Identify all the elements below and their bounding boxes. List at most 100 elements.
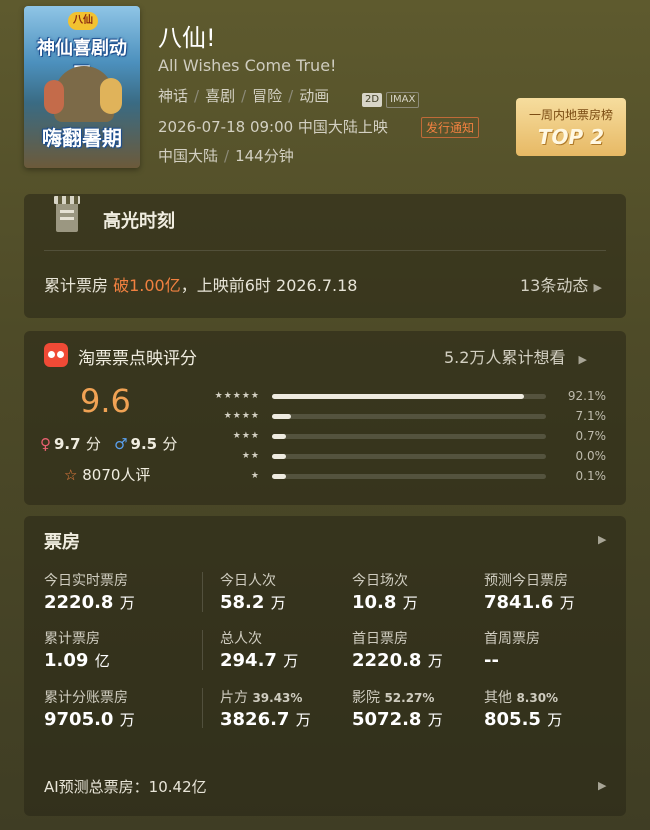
separator: / xyxy=(224,147,230,165)
rating-bar-track xyxy=(272,474,546,479)
divider xyxy=(202,630,203,670)
stat-value-row: 7841.6 万 xyxy=(484,592,575,613)
movie-english-title: All Wishes Come True! xyxy=(158,56,337,75)
stat-label-row: 首日票房 xyxy=(352,628,443,648)
format-2d-badge: 2D xyxy=(362,93,383,107)
stat-label: 首日票房 xyxy=(352,631,408,647)
box-office-stat: 累计分账票房 9705.0 万 xyxy=(44,687,135,730)
stat-label: 累计分账票房 xyxy=(44,690,128,706)
poster-figure xyxy=(44,80,64,114)
stat-value: 58.2 xyxy=(220,592,265,613)
play-arrow-icon: ▶ xyxy=(593,281,602,294)
stat-unit: 万 xyxy=(295,711,311,729)
stat-value-row: 10.8 万 xyxy=(352,592,418,613)
stat-label-row: 今日实时票房 xyxy=(44,570,135,590)
poster-logo: 八仙 xyxy=(68,12,98,30)
stat-label: 今日场次 xyxy=(352,573,408,589)
stat-value: -- xyxy=(484,650,499,671)
play-arrow-icon[interactable]: ▶ xyxy=(598,779,606,792)
star-level: ★ xyxy=(250,471,260,481)
star-level: ★★★★★ xyxy=(214,391,260,401)
stat-label-row: 累计票房 xyxy=(44,628,110,648)
stat-value-row: 9705.0 万 xyxy=(44,709,135,730)
box-office-rank-badge[interactable]: 一周内地票房榜 TOP 2 xyxy=(516,98,626,156)
stat-unit: 万 xyxy=(283,652,299,670)
stat-label: 累计票房 xyxy=(44,631,100,647)
star-level: ★★ xyxy=(241,451,260,461)
stat-value-row: -- xyxy=(484,650,540,671)
stat-label: 片方 xyxy=(220,690,248,706)
rating-percent: 0.1% xyxy=(575,469,607,483)
stat-unit: 万 xyxy=(270,594,286,612)
highlight-more-link[interactable]: 13条动态 ▶ xyxy=(520,272,602,296)
movie-poster[interactable]: 八仙 神仙喜剧动画 嗨翻暑期 xyxy=(24,6,140,168)
stat-label-row: 首周票房 xyxy=(484,628,540,648)
stat-unit: 万 xyxy=(402,594,418,612)
stat-label-row: 其他 8.30% xyxy=(484,687,562,707)
release-notice-badge[interactable]: 发行通知 xyxy=(421,117,480,138)
stat-unit: 万 xyxy=(559,594,575,612)
box-office-stat: 今日实时票房 2220.8 万 xyxy=(44,570,135,613)
stat-value-row: 2220.8 万 xyxy=(352,650,443,671)
taopiaopiao-logo-icon xyxy=(44,343,68,367)
stat-label-row: 今日场次 xyxy=(352,570,418,590)
separator: / xyxy=(194,87,200,105)
play-arrow-icon: ▶ xyxy=(578,353,588,366)
stat-value: 1.09 xyxy=(44,650,89,671)
box-office-stat: 累计票房 1.09 亿 xyxy=(44,628,110,671)
stat-share: 8.30% xyxy=(516,691,559,705)
divider xyxy=(202,688,203,728)
stat-label: 总人次 xyxy=(220,631,262,647)
want-to-watch-link[interactable]: 5.2万人累计想看 ▶ xyxy=(444,344,587,368)
poster-figure xyxy=(100,78,122,114)
genre-tag: 神话 xyxy=(158,87,189,105)
stat-value-row: 5072.8 万 xyxy=(352,709,443,730)
stat-label-row: 片方 39.43% xyxy=(220,687,311,707)
rating-percent: 92.1% xyxy=(567,389,606,403)
box-office-title: 票房 xyxy=(44,532,80,553)
box-office-stat: 总人次 294.7 万 xyxy=(220,628,298,671)
rating-bar-row: ★★★★ 7.1% xyxy=(190,409,608,423)
stat-share: 39.43% xyxy=(252,691,303,705)
highlight-prefix: 累计票房 xyxy=(44,276,109,295)
genre-list: 神话 / 喜剧 / 冒险 / 动画 xyxy=(158,85,329,106)
star-icon: ☆ xyxy=(64,466,78,484)
rank-label: 一周内地票房榜 xyxy=(528,108,613,122)
want-to-watch-count: 5.2万人累计想看 xyxy=(444,348,566,367)
release-info: 2026-07-18 09:00 中国大陆上映 xyxy=(158,118,388,136)
stat-label-row: 影院 52.27% xyxy=(352,687,443,707)
star-level: ★★★ xyxy=(232,431,260,441)
movie-title: 八仙! xyxy=(158,24,216,52)
genre-tag: 喜剧 xyxy=(205,87,236,105)
stat-value-row: 58.2 万 xyxy=(220,592,286,613)
ai-forecast: AI预测总票房：10.42亿 xyxy=(44,778,207,796)
stat-value: 9705.0 xyxy=(44,709,114,730)
gender-scores: ♀ 9.7 分 ♂ 9.5 分 xyxy=(40,433,177,454)
rating-bar-row: ★ 0.1% xyxy=(190,469,608,483)
stat-value: 805.5 xyxy=(484,709,541,730)
rating-bar-fill xyxy=(272,394,525,399)
format-imax-badge: IMAX xyxy=(386,92,420,108)
stat-value: 3826.7 xyxy=(220,709,290,730)
stat-label: 今日人次 xyxy=(220,573,276,589)
region: 中国大陆 xyxy=(158,147,219,165)
rating-percent: 0.7% xyxy=(575,429,607,443)
highlight-text: 累计票房 破1.00亿，上映前6时 2026.7.18 xyxy=(44,272,357,296)
highlight-title: 高光时刻 xyxy=(103,211,175,232)
rank-value: TOP 2 xyxy=(537,125,605,149)
female-score: 9.7 xyxy=(54,435,81,453)
female-icon: ♀ xyxy=(40,435,51,453)
stat-label-row: 今日人次 xyxy=(220,570,286,590)
stat-value-row: 3826.7 万 xyxy=(220,709,311,730)
logo-eye xyxy=(48,351,55,358)
rating-bar-fill xyxy=(272,414,292,419)
play-arrow-icon[interactable]: ▶ xyxy=(598,533,606,546)
highlight-value: 破1.00亿 xyxy=(113,276,181,295)
male-icon: ♂ xyxy=(114,435,128,453)
stat-unit: 万 xyxy=(547,711,563,729)
stat-value: 5072.8 xyxy=(352,709,422,730)
rating-source-title: 淘票票点映评分 xyxy=(78,349,197,369)
highlight-suffix: ，上映前6时 2026.7.18 xyxy=(180,276,358,295)
stat-unit: 亿 xyxy=(94,652,110,670)
format-badges: 2D IMAX xyxy=(362,87,423,108)
